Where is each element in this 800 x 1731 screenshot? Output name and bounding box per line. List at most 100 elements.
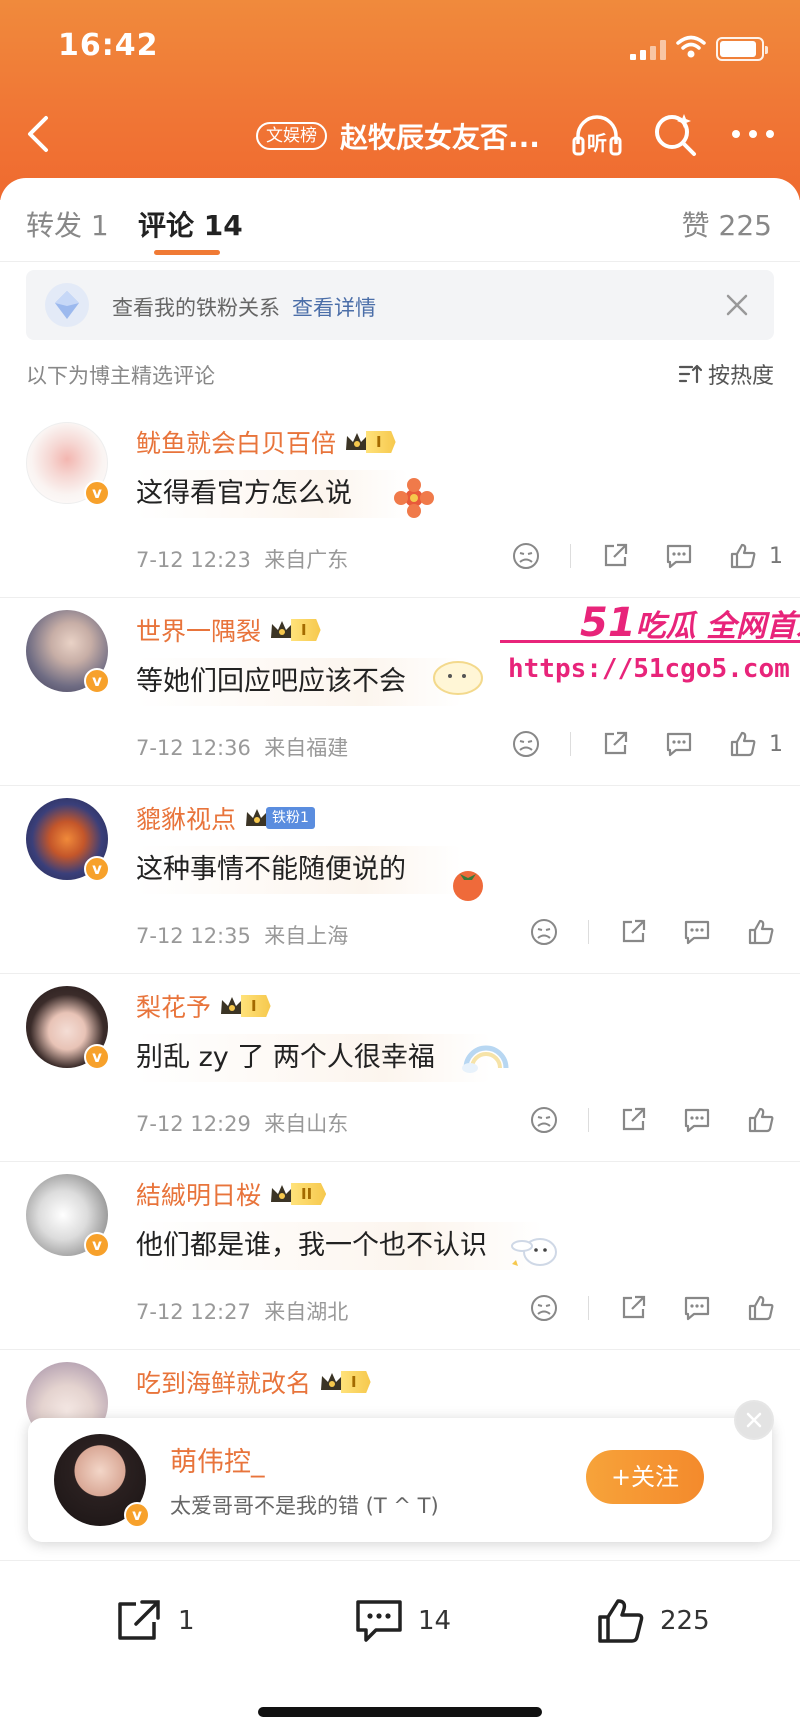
comment-text: 等她们回应吧应该不会 <box>136 658 462 706</box>
like-icon[interactable] <box>725 726 761 762</box>
fan-relation-text: 查看我的铁粉关系 查看详情 <box>112 296 376 320</box>
comment-text: 别乱 zy 了 两个人很幸福 <box>136 1034 491 1082</box>
comment-actions: 1 <box>508 538 783 574</box>
username[interactable]: 世界一隅裂 I <box>136 612 321 648</box>
comment-meta: 7-12 12:35 来自上海 <box>136 924 349 948</box>
header: 16:42 文娱榜 赵牧辰女友否... 听 <box>0 0 800 200</box>
home-indicator <box>258 1707 542 1717</box>
watermark-url: https://51cgo5.com <box>508 654 790 684</box>
active-tab-indicator <box>154 250 220 255</box>
repost-button[interactable]: 1 <box>114 1593 195 1649</box>
more-icon[interactable] <box>728 122 778 146</box>
fan-relation-banner[interactable]: 查看我的铁粉关系 查看详情 <box>26 270 774 340</box>
persimmon-sticker-icon <box>453 871 483 901</box>
comment-icon <box>356 1600 402 1642</box>
comment-meta: 7-12 12:29 来自山东 <box>136 1112 349 1136</box>
dislike-icon[interactable] <box>508 726 544 762</box>
sort-button[interactable]: 按热度 <box>678 358 774 390</box>
like-button[interactable]: 225 <box>596 1593 710 1649</box>
share-icon[interactable] <box>597 538 633 574</box>
username[interactable]: 貔貅视点 铁粉1 <box>136 800 315 836</box>
site-watermark: 51吃瓜 全网首发 https://51cgo5.com <box>500 600 800 700</box>
tab-reposts[interactable]: 转发 1 <box>26 204 109 244</box>
fan-tag: 铁粉1 <box>266 807 315 829</box>
member-crown-badge: I <box>344 429 396 455</box>
status-bar: 16:42 <box>0 0 800 90</box>
verified-badge: v <box>84 1232 110 1258</box>
dislike-icon[interactable] <box>508 538 544 574</box>
tab-comments[interactable]: 评论 14 <box>138 204 243 244</box>
wifi-icon <box>676 35 706 58</box>
reply-icon[interactable] <box>679 914 715 950</box>
avatar[interactable]: v <box>26 610 110 694</box>
avatar[interactable]: v <box>26 422 110 506</box>
share-icon[interactable] <box>615 914 651 950</box>
username[interactable]: 結絾明日桜 II <box>136 1176 327 1212</box>
reply-icon[interactable] <box>679 1290 715 1326</box>
like-icon[interactable] <box>743 914 779 950</box>
reply-icon[interactable] <box>661 538 697 574</box>
comment-item[interactable]: v 貔貅视点 铁粉1 这种事情不能随便说的 7-12 12:35 来自上海 <box>0 786 800 974</box>
puppy-sticker-icon <box>511 1238 557 1266</box>
verified-badge: v <box>84 1044 110 1070</box>
listen-button[interactable]: 听 <box>570 110 624 160</box>
like-count: 1 <box>769 543 783 569</box>
status-time: 16:42 <box>58 28 159 63</box>
flower-sticker-icon <box>394 478 434 518</box>
share-icon[interactable] <box>615 1102 651 1138</box>
comment-actions <box>526 914 779 950</box>
signal-icon <box>630 40 668 60</box>
svg-text:听: 听 <box>587 131 607 155</box>
view-details-link[interactable]: 查看详情 <box>292 296 376 320</box>
reply-icon[interactable] <box>679 1102 715 1138</box>
like-icon[interactable] <box>743 1290 779 1326</box>
comment-actions <box>526 1290 779 1326</box>
featured-comments-label: 以下为博主精选评论 <box>26 364 215 388</box>
rainbow-sticker-icon <box>462 1045 509 1073</box>
username[interactable]: 梨花予 I <box>136 988 271 1024</box>
watermark-line <box>500 640 800 643</box>
weibo-comments-page: 16:42 文娱榜 赵牧辰女友否... 听 转发 1 评论 14 赞 225 查… <box>0 0 800 1731</box>
page-title: 赵牧辰女友否... <box>340 121 540 154</box>
comment-button[interactable]: 14 <box>354 1593 451 1649</box>
search-icon[interactable] <box>650 110 700 160</box>
dislike-icon[interactable] <box>526 914 562 950</box>
member-crown-badge: I <box>269 617 321 643</box>
battery-icon <box>716 37 768 61</box>
nav-bar: 文娱榜 赵牧辰女友否... 听 <box>0 100 800 170</box>
comment-text: 他们都是谁，我一个也不认识 <box>136 1222 543 1270</box>
diamond-icon <box>45 283 89 327</box>
follow-button[interactable]: +关注 <box>586 1450 704 1504</box>
avatar[interactable]: v <box>26 1174 110 1258</box>
member-crown-badge: I <box>319 1369 371 1395</box>
popup-username[interactable]: 萌伟控_ <box>170 1440 265 1479</box>
back-button[interactable] <box>20 112 60 156</box>
follow-suggestion-popup[interactable]: v 萌伟控_ 太爱哥哥不是我的错 (T ^ T) +关注 <box>28 1400 774 1542</box>
username[interactable]: 吃到海鲜就改名 I <box>136 1364 371 1400</box>
tab-likes[interactable]: 赞 225 <box>682 204 772 244</box>
like-icon[interactable] <box>743 1102 779 1138</box>
trending-badge[interactable]: 文娱榜 <box>256 122 327 150</box>
comment-text: 这种事情不能随便说的 <box>136 846 462 894</box>
tab-bar: 转发 1 评论 14 赞 225 <box>0 178 800 262</box>
member-crown-badge: 铁粉1 <box>244 805 315 831</box>
comment-item[interactable]: v 結絾明日桜 II 他们都是谁，我一个也不认识 7-12 12:27 来自湖北 <box>0 1162 800 1350</box>
comment-item[interactable]: v 梨花予 I 别乱 zy 了 两个人很幸福 7-12 12:29 来自山东 <box>0 974 800 1162</box>
comment-meta: 7-12 12:36 来自福建 <box>136 736 349 760</box>
verified-badge: v <box>84 668 110 694</box>
close-icon[interactable] <box>720 288 754 322</box>
username[interactable]: 鱿鱼就会白贝百倍 I <box>136 424 396 460</box>
reply-icon[interactable] <box>661 726 697 762</box>
sort-icon <box>678 364 702 384</box>
share-icon[interactable] <box>597 726 633 762</box>
dislike-icon[interactable] <box>526 1102 562 1138</box>
dislike-icon[interactable] <box>526 1290 562 1326</box>
avatar[interactable]: v <box>26 986 110 1070</box>
like-icon[interactable] <box>725 538 761 574</box>
bun-sticker-icon <box>433 661 483 695</box>
comment-actions <box>526 1102 779 1138</box>
comment-meta: 7-12 12:23 来自广东 <box>136 548 349 572</box>
popup-close-icon[interactable] <box>734 1400 774 1440</box>
avatar[interactable]: v <box>26 798 110 882</box>
share-icon[interactable] <box>615 1290 651 1326</box>
